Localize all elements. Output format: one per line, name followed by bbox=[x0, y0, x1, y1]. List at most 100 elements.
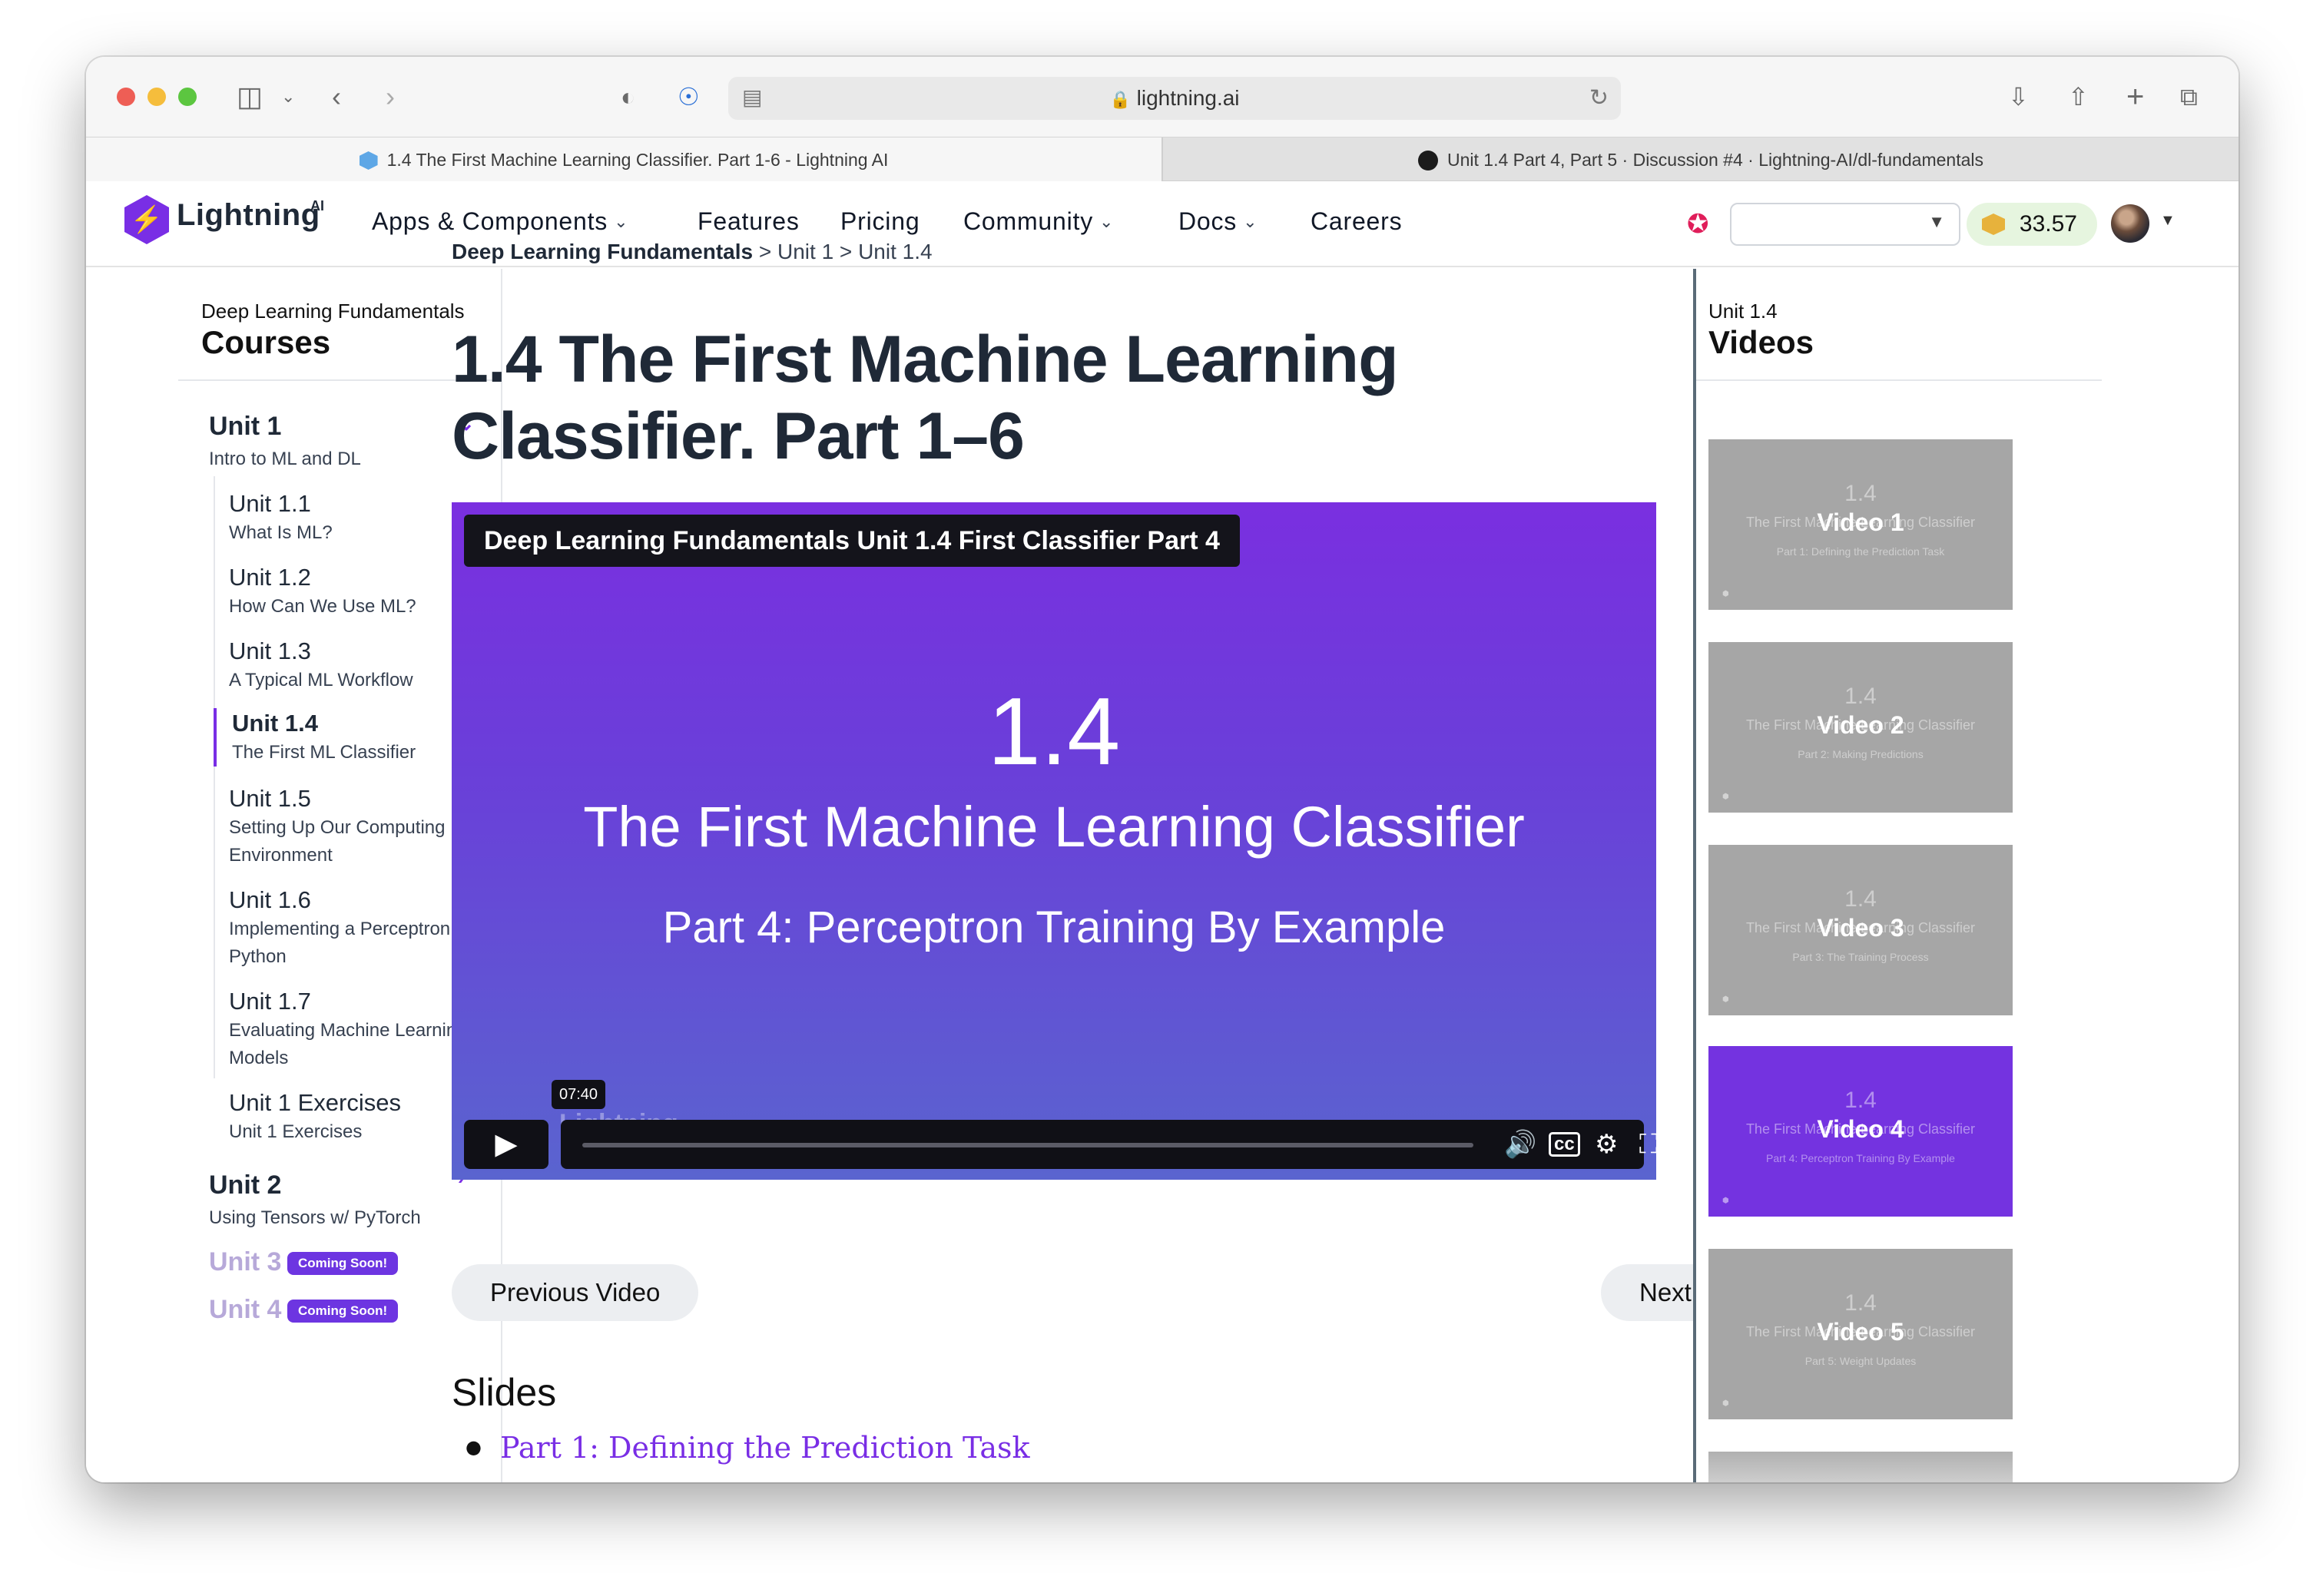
tab-title: Unit 1.4 Part 4, Part 5 · Discussion #4 … bbox=[1446, 150, 1983, 170]
nav-community[interactable]: Community ⌄ bbox=[963, 204, 1114, 239]
item-desc: Implementing a Perceptron in Python bbox=[229, 919, 470, 967]
logo-text[interactable]: Lightning bbox=[177, 198, 320, 233]
video-thumbnail-3[interactable]: 1.4 The First Machine Learning Classifier… bbox=[1708, 845, 2013, 1015]
lightning-logo-icon: ⬢ bbox=[1722, 1399, 1729, 1408]
unit-1-subtitle: Intro to ML and DL bbox=[209, 449, 361, 469]
video-thumbnail-2[interactable]: 1.4 The First Machine Learning Classifier… bbox=[1708, 642, 2013, 813]
videos-title: Videos bbox=[1708, 324, 1814, 360]
address-bar[interactable]: ▤ 🔒 lightning.ai ↻ bbox=[728, 77, 1621, 120]
site-header: ⚡ Lightning AI Apps & Components ⌄ Featur… bbox=[86, 181, 2238, 267]
lightning-logo-icon: ⬢ bbox=[1722, 1197, 1729, 1205]
video-thumbnail-1[interactable]: 1.4 The First Machine Learning Classifier… bbox=[1708, 439, 2013, 610]
password-manager-icon[interactable]: ☉ bbox=[678, 80, 700, 114]
nav-features[interactable]: Features bbox=[698, 204, 800, 238]
nav-label: Community bbox=[963, 207, 1094, 235]
share-icon[interactable]: ⇧ bbox=[2068, 80, 2089, 114]
slides-heading: Slides bbox=[452, 1371, 557, 1414]
unit-2-subtitle: Using Tensors w/ PyTorch bbox=[209, 1207, 421, 1228]
minimize-window-button[interactable] bbox=[147, 88, 166, 106]
thumbnail-number: 1.4 bbox=[1844, 481, 1877, 506]
thumbnail-number: 1.4 bbox=[1844, 886, 1877, 912]
breadcrumb-course[interactable]: Deep Learning Fundamentals bbox=[452, 240, 753, 263]
nav-docs[interactable]: Docs ⌄ bbox=[1178, 204, 1258, 239]
unit-2-heading[interactable]: Unit 2 bbox=[209, 1171, 281, 1200]
video-time-tooltip: 07:40 bbox=[552, 1080, 606, 1109]
thumbnail-part: Part 3: The Training Process bbox=[1792, 951, 1929, 963]
video-thumbnail-5[interactable]: 1.4 The First Machine Learning Classifier… bbox=[1708, 1249, 2013, 1419]
thumbnail-number: 1.4 bbox=[1844, 1088, 1877, 1113]
settings-gear-icon[interactable]: ⚙ bbox=[1595, 1129, 1618, 1160]
tab-overview-icon[interactable]: ⧉ bbox=[2180, 80, 2198, 114]
back-icon[interactable]: ‹ bbox=[332, 80, 341, 114]
browser-toolbar: ◫ ⌄ ‹ › ◐ ☉ ▤ 🔒 lightning.ai ↻ ⇩ ⇧ + ⧉ bbox=[86, 57, 2238, 137]
unit-4-heading: Unit 4 bbox=[209, 1295, 282, 1324]
captions-icon[interactable]: cc bbox=[1549, 1132, 1580, 1157]
caret-down-icon[interactable]: ▼ bbox=[2160, 212, 2176, 230]
download-icon[interactable]: ⇩ bbox=[2008, 80, 2029, 114]
slides-list: Part 1: Defining the Prediction Task bbox=[466, 1425, 1030, 1469]
thumbnail-label: Video 4 bbox=[1817, 1115, 1904, 1143]
scroll-indicator bbox=[1693, 269, 1696, 1482]
credits-badge[interactable]: 33.57 bbox=[1967, 203, 2097, 246]
new-tab-icon[interactable]: + bbox=[2126, 80, 2144, 114]
volume-icon[interactable]: 🔊 bbox=[1504, 1129, 1536, 1160]
thumbnail-part: Part 1: Defining the Prediction Task bbox=[1776, 545, 1945, 558]
item-desc: Evaluating Machine Learning Models bbox=[229, 1020, 467, 1068]
thumbnail-label: Video 5 bbox=[1817, 1318, 1904, 1346]
video-thumbnail-next[interactable]: 1.4 bbox=[1708, 1452, 2013, 1482]
nav-apps-components[interactable]: Apps & Components ⌄ bbox=[372, 204, 628, 239]
tab-strip: 1.4 The First Machine Learning Classifie… bbox=[86, 137, 2238, 182]
course-sidebar: Deep Learning Fundamentals Courses Unit … bbox=[86, 269, 502, 1482]
thumbnail-label: Video 1 bbox=[1817, 508, 1904, 536]
lightning-favicon-icon bbox=[359, 151, 378, 170]
thumbnail-label: Video 2 bbox=[1817, 711, 1904, 739]
nav-label: Docs bbox=[1178, 207, 1238, 235]
zoom-window-button[interactable] bbox=[178, 88, 197, 106]
github-favicon-icon bbox=[1417, 151, 1438, 171]
slide-link[interactable]: Part 1: Defining the Prediction Task bbox=[466, 1425, 1030, 1469]
video-slide-heading: The First Machine Learning Classifier bbox=[583, 795, 1525, 859]
forward-icon[interactable]: › bbox=[386, 80, 395, 114]
play-button[interactable]: ▶ bbox=[464, 1120, 548, 1169]
divider bbox=[178, 379, 496, 381]
nav-label: Apps & Components bbox=[372, 207, 608, 235]
reload-icon[interactable]: ↻ bbox=[1589, 84, 1609, 111]
video-slide-subheading: Part 4: Perceptron Training By Example bbox=[662, 902, 1446, 952]
nav-label: Careers bbox=[1311, 207, 1403, 235]
unit-1-heading[interactable]: Unit 1 bbox=[209, 412, 281, 442]
nav-careers[interactable]: Careers bbox=[1311, 204, 1402, 238]
lightning-logo-icon: ⬢ bbox=[1722, 590, 1729, 598]
video-progress-bar[interactable] bbox=[582, 1143, 1473, 1147]
sidebar-kicker: Deep Learning Fundamentals bbox=[201, 300, 465, 323]
nav-pricing[interactable]: Pricing bbox=[840, 204, 920, 238]
breadcrumb-current: Unit 1.4 bbox=[858, 240, 933, 263]
nav-label: Pricing bbox=[840, 207, 920, 235]
video-player[interactable]: Deep Learning Fundamentals Unit 1.4 Firs… bbox=[452, 502, 1656, 1180]
credits-value: 33.57 bbox=[2019, 211, 2077, 237]
tab-github[interactable]: Unit 1.4 Part 4, Part 5 · Discussion #4 … bbox=[1162, 137, 2238, 182]
previous-video-button[interactable]: Previous Video bbox=[452, 1264, 699, 1321]
thumbnail-number: 1.4 bbox=[1844, 684, 1877, 709]
video-thumbnail-4[interactable]: 1.4 The First Machine Learning Classifier… bbox=[1708, 1046, 2013, 1217]
coin-icon bbox=[1982, 214, 2005, 235]
slack-icon[interactable]: ✪ bbox=[1687, 209, 1709, 240]
chevron-down-icon: ⌄ bbox=[614, 212, 629, 231]
breadcrumb-unit[interactable]: Unit 1 bbox=[777, 240, 833, 263]
chevron-down-icon: ⌄ bbox=[1099, 212, 1115, 231]
videos-sidebar: Unit 1.4 Videos 1.4 The First Machine Lea… bbox=[1693, 269, 2152, 1482]
video-title-label[interactable]: Deep Learning Fundamentals Unit 1.4 Firs… bbox=[464, 515, 1240, 567]
workspace-select[interactable]: ▼ bbox=[1730, 203, 1960, 246]
thumbnail-number: 1.4 bbox=[1844, 1290, 1877, 1316]
tab-lightning[interactable]: 1.4 The First Machine Learning Classifie… bbox=[86, 137, 1162, 182]
videos-kicker: Unit 1.4 bbox=[1708, 300, 1778, 323]
lightning-logo-icon[interactable]: ⚡ bbox=[124, 195, 169, 244]
fullscreen-icon[interactable]: ⛶ bbox=[1639, 1129, 1656, 1160]
sidebar-toggle-icon[interactable]: ◫ bbox=[237, 80, 263, 114]
shield-icon[interactable]: ◐ bbox=[621, 80, 635, 114]
close-window-button[interactable] bbox=[117, 88, 135, 106]
breadcrumb-separator: > bbox=[753, 240, 777, 263]
avatar[interactable] bbox=[2111, 204, 2149, 243]
video-slide-number: 1.4 bbox=[987, 679, 1121, 785]
coming-soon-badge: Coming Soon! bbox=[287, 1300, 399, 1323]
chevron-down-icon[interactable]: ⌄ bbox=[281, 80, 295, 114]
